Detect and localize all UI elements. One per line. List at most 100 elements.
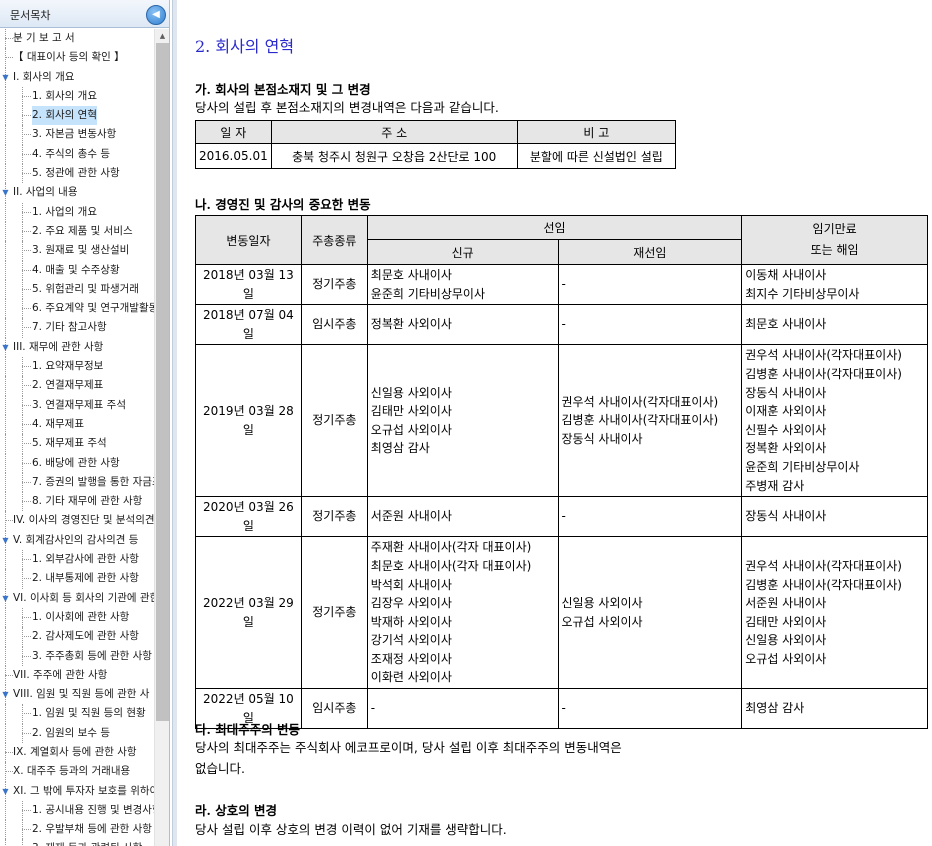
toc-item[interactable]: 1. 회사의 개요	[0, 86, 154, 107]
toc-item-label[interactable]: VII. 주주에 관한 사항	[13, 666, 107, 685]
expand-arrow-icon[interactable]: ▼	[1, 690, 10, 699]
toc-item[interactable]: 3. 주주총회 등에 관한 사항	[0, 646, 154, 666]
toc-item-label[interactable]: V. 회계감사인의 감사의견 등	[13, 531, 138, 550]
toc-item-label[interactable]: 6. 배당에 관한 사항	[32, 454, 120, 473]
toc-item[interactable]: 7. 증권의 발행을 통한 자금조달	[0, 472, 154, 493]
toc-item[interactable]: 4. 매출 및 수주상황	[0, 260, 154, 280]
splitter[interactable]	[172, 0, 177, 846]
toc-item[interactable]: 3. 원재료 및 생산설비	[0, 241, 154, 261]
toc-item[interactable]: 2. 임원의 보수 등	[0, 723, 154, 743]
toc-item-label[interactable]: 1. 외부감사에 관한 사항	[32, 550, 139, 569]
toc-item-label[interactable]: 5. 정관에 관한 사항	[32, 164, 120, 183]
toc-item[interactable]: 2. 내부통제에 관한 사항	[0, 569, 154, 589]
toc-item[interactable]: 6. 주요계약 및 연구개발활동	[0, 299, 154, 319]
toc-item[interactable]: 2. 주요 제품 및 서비스	[0, 221, 154, 242]
toc-item-label[interactable]: 2. 연결재무제표	[32, 376, 103, 395]
toc-item-label[interactable]: I. 회사의 개요	[13, 68, 74, 87]
toc-item[interactable]: 【 대표이사 등의 확인 】	[0, 48, 154, 68]
toc-item-label[interactable]: 1. 요약재무정보	[32, 357, 103, 376]
toc-item-label[interactable]: 2. 회사의 연혁	[32, 106, 97, 126]
toc-item-label[interactable]: 4. 주식의 총수 등	[32, 145, 110, 164]
toc-item-label[interactable]: 1. 사업의 개요	[32, 203, 97, 222]
toc-item[interactable]: 2. 감사제도에 관한 사항	[0, 627, 154, 647]
toc-item-label[interactable]: 5. 재무제표 주석	[32, 434, 107, 453]
toc-item[interactable]: 3. 자본금 변동사항	[0, 125, 154, 145]
toc-item-label[interactable]: XI. 그 밖에 투자자 보호를 위하여	[13, 782, 154, 801]
toc-item-label[interactable]: 6. 주요계약 및 연구개발활동	[32, 299, 154, 318]
toc-item-label[interactable]: III. 재무에 관한 사항	[13, 338, 103, 357]
toc-item-label[interactable]: 3. 연결재무제표 주석	[32, 396, 126, 415]
toc-item[interactable]: ▼ V. 회계감사인의 감사의견 등	[0, 530, 154, 551]
toc-item[interactable]: 5. 위험관리 및 파생거래	[0, 279, 154, 300]
toc-item-label[interactable]: 7. 증권의 발행을 통한 자금조달	[32, 473, 154, 492]
toc-item[interactable]: 5. 정관에 관한 사항	[0, 164, 154, 184]
toc-item[interactable]: 4. 재무제표	[0, 414, 154, 435]
toc-item[interactable]: IX. 계열회사 등에 관한 사항	[0, 742, 154, 763]
toc-item-label[interactable]: IV. 이사의 경영진단 및 분석의견	[13, 511, 154, 530]
toc-item[interactable]: 8. 기타 재무에 관한 사항	[0, 492, 154, 512]
toc-item-label[interactable]: 2. 내부통제에 관한 사항	[32, 569, 139, 588]
toc-item-label[interactable]: 1. 임원 및 직원 등의 현황	[32, 704, 146, 723]
toc-item[interactable]: X. 대주주 등과의 거래내용	[0, 762, 154, 782]
toc-item-label[interactable]: 3. 원재료 및 생산설비	[32, 241, 129, 260]
toc-item-label[interactable]: 4. 매출 및 수주상황	[32, 261, 120, 280]
toc-item-label[interactable]: II. 사업의 내용	[13, 183, 78, 202]
toc-item-label[interactable]: 3. 제재 등과 관련된 사항	[32, 839, 142, 846]
toc-item-label[interactable]: 1. 회사의 개요	[32, 87, 97, 106]
toc-item-label[interactable]: 4. 재무제표	[32, 415, 84, 434]
toc-item[interactable]: 6. 배당에 관한 사항	[0, 453, 154, 473]
toc-item[interactable]: 1. 사업의 개요	[0, 202, 154, 222]
toc-item[interactable]: ▼ I. 회사의 개요	[0, 67, 154, 87]
toc-item[interactable]: 4. 주식의 총수 등	[0, 144, 154, 165]
toc-item-label[interactable]: 1. 이사회에 관한 사항	[32, 608, 129, 627]
toc-item[interactable]: 1. 요약재무정보	[0, 357, 154, 377]
scrollbar-thumb[interactable]	[156, 43, 169, 721]
toc-item[interactable]: 3. 제재 등과 관련된 사항	[0, 839, 154, 846]
toc-item-label[interactable]: 분 기 보 고 서	[13, 29, 75, 48]
toc-item-label[interactable]: X. 대주주 등과의 거래내용	[13, 762, 130, 781]
expand-arrow-icon[interactable]: ▼	[1, 787, 10, 796]
toc-item-label[interactable]: VIII. 임원 및 직원 등에 관한 사	[13, 685, 149, 704]
toc-item-label[interactable]: VI. 이사회 등 회사의 기관에 관한	[13, 589, 154, 608]
toc-scrollbar[interactable]: ▲	[154, 29, 169, 846]
toc-item[interactable]: 1. 공시내용 진행 및 변경사항	[0, 800, 154, 821]
expand-arrow-icon[interactable]: ▼	[1, 188, 10, 197]
collapse-sidebar-button[interactable]: ◀	[146, 5, 166, 25]
toc-item-label[interactable]: 1. 공시내용 진행 및 변경사항	[32, 801, 154, 820]
scroll-up-arrow-icon[interactable]: ▲	[155, 29, 170, 43]
toc-item-label[interactable]: 3. 주주총회 등에 관한 사항	[32, 647, 152, 666]
toc-item[interactable]: ▼ VIII. 임원 및 직원 등에 관한 사	[0, 685, 154, 705]
toc-item[interactable]: 1. 이사회에 관한 사항	[0, 607, 154, 628]
toc-item-label[interactable]: 5. 위험관리 및 파생거래	[32, 280, 139, 299]
toc-item[interactable]: ▼ VI. 이사회 등 회사의 기관에 관한	[0, 588, 154, 608]
toc-item[interactable]: 2. 우발부채 등에 관한 사항	[0, 820, 154, 840]
toc-item[interactable]: IV. 이사의 경영진단 및 분석의견	[0, 511, 154, 531]
toc-item-label[interactable]: 8. 기타 재무에 관한 사항	[32, 492, 142, 511]
toc-item[interactable]: 7. 기타 참고사항	[0, 318, 154, 338]
toc-item-label[interactable]: 2. 감사제도에 관한 사항	[32, 627, 139, 646]
toc-item[interactable]: ▼ III. 재무에 관한 사항	[0, 337, 154, 358]
toc-item-label[interactable]: 2. 주요 제품 및 서비스	[32, 222, 133, 241]
toc-item[interactable]: 1. 외부감사에 관한 사항	[0, 550, 154, 570]
toc-item[interactable]: 분 기 보 고 서	[0, 29, 154, 49]
toc-item[interactable]: 5. 재무제표 주석	[0, 434, 154, 454]
toc-item[interactable]: ▼ II. 사업의 내용	[0, 183, 154, 203]
toc-item-label[interactable]: IX. 계열회사 등에 관한 사항	[13, 743, 137, 762]
toc-item-label[interactable]: 2. 임원의 보수 등	[32, 724, 110, 743]
expand-arrow-icon[interactable]: ▼	[1, 73, 10, 82]
table-row: 2022년 05월 10일 임시주총 - - 최영삼 감사	[195, 688, 928, 730]
expand-arrow-icon[interactable]: ▼	[1, 343, 10, 352]
toc-item[interactable]: 1. 임원 및 직원 등의 현황	[0, 704, 154, 724]
toc-item-label[interactable]: 【 대표이사 등의 확인 】	[13, 48, 125, 67]
toc-item-label[interactable]: 2. 우발부채 등에 관한 사항	[32, 820, 152, 839]
toc-item-label[interactable]: 7. 기타 참고사항	[32, 318, 107, 337]
toc-item[interactable]: 2. 연결재무제표	[0, 376, 154, 396]
toc-item[interactable]: VII. 주주에 관한 사항	[0, 665, 154, 686]
expand-arrow-icon[interactable]: ▼	[1, 536, 10, 545]
toc-item[interactable]: 2. 회사의 연혁	[0, 106, 154, 126]
tree-branch-line	[22, 173, 31, 175]
expand-arrow-icon[interactable]: ▼	[1, 594, 10, 603]
toc-item[interactable]: 3. 연결재무제표 주석	[0, 395, 154, 415]
toc-item[interactable]: ▼ XI. 그 밖에 투자자 보호를 위하여	[0, 781, 154, 801]
toc-item-label[interactable]: 3. 자본금 변동사항	[32, 125, 116, 144]
